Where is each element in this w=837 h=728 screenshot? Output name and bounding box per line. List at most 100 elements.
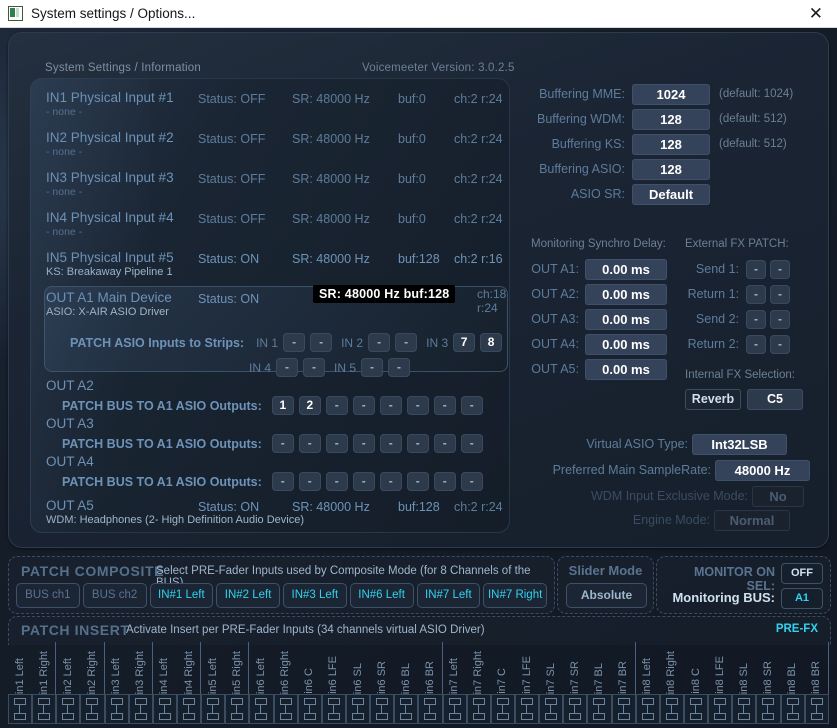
out-bus-patch-button[interactable]: -	[406, 434, 429, 453]
asio-patch-button[interactable]: -	[368, 333, 391, 352]
out-bus-patch-button[interactable]: -	[433, 434, 456, 453]
asio-patch-button[interactable]: -	[283, 333, 306, 352]
out-bus-patch-button[interactable]: -	[379, 396, 402, 415]
delay-value[interactable]: 0.00 ms	[585, 359, 667, 380]
internal-fx-reverb-button[interactable]: Reverb	[685, 389, 741, 410]
insert-toggle-button[interactable]	[418, 694, 443, 724]
out-bus-patch-button[interactable]: -	[271, 434, 294, 453]
out-bus-patch-button[interactable]: -	[352, 472, 375, 491]
buffering-value[interactable]: 128	[632, 134, 710, 155]
asio-patch-button[interactable]: -	[361, 358, 384, 377]
insert-toggle-button[interactable]	[563, 694, 588, 724]
asio-patch-button[interactable]: -	[310, 333, 333, 352]
insert-toggle-button[interactable]	[225, 694, 250, 724]
insert-toggle-button[interactable]	[514, 694, 540, 724]
insert-toggle-button[interactable]	[345, 694, 371, 724]
delay-value[interactable]: 0.00 ms	[585, 334, 667, 355]
out-bus-patch-button[interactable]: -	[271, 472, 294, 491]
composite-button[interactable]: BUS ch1	[16, 583, 80, 608]
out-bus-patch-button[interactable]: -	[460, 472, 483, 491]
out-bus-patch-button[interactable]: -	[460, 434, 483, 453]
insert-toggle-button[interactable]	[442, 694, 467, 724]
setting-value[interactable]: Int32LSB	[692, 434, 787, 455]
insert-toggle-button[interactable]	[466, 694, 491, 724]
fx-patch-button[interactable]: -	[770, 285, 790, 304]
asio-patch-button[interactable]: -	[303, 358, 326, 377]
device-row[interactable]: IN1 Physical Input #1- none -	[46, 90, 506, 118]
insert-toggle-button[interactable]	[732, 694, 757, 724]
out-bus-patch-button[interactable]: -	[460, 396, 483, 415]
insert-toggle-button[interactable]	[683, 694, 709, 724]
fx-patch-button[interactable]: -	[746, 260, 766, 279]
out-bus-patch-button[interactable]: -	[325, 434, 348, 453]
insert-toggle-button[interactable]	[56, 694, 81, 724]
composite-button[interactable]: BUS ch2	[82, 583, 147, 608]
out-bus-patch-button[interactable]: -	[298, 434, 321, 453]
asio-patch-button[interactable]: 8	[480, 333, 503, 352]
device-row[interactable]: IN3 Physical Input #3- none -	[46, 170, 506, 198]
insert-toggle-button[interactable]	[756, 694, 781, 724]
insert-toggle-button[interactable]	[201, 694, 226, 724]
fx-patch-button[interactable]: -	[746, 285, 766, 304]
insert-toggle-button[interactable]	[249, 694, 274, 724]
out-bus-patch-button[interactable]: -	[406, 396, 429, 415]
composite-button[interactable]: IN#7 Right	[483, 583, 547, 608]
fx-patch-button[interactable]: -	[746, 310, 766, 329]
insert-toggle-button[interactable]	[128, 694, 153, 724]
out-bus-patch-button[interactable]: 2	[298, 396, 321, 415]
fx-patch-button[interactable]: -	[770, 310, 790, 329]
fx-patch-button[interactable]: -	[770, 260, 790, 279]
pre-fx-label[interactable]: PRE-FX	[776, 623, 818, 635]
insert-toggle-button[interactable]	[635, 694, 660, 724]
insert-toggle-button[interactable]	[370, 694, 395, 724]
insert-toggle-button[interactable]	[708, 694, 733, 724]
composite-button[interactable]: IN#1 Left	[149, 583, 214, 608]
insert-toggle-button[interactable]	[394, 694, 419, 724]
slider-mode-button[interactable]: Absolute	[566, 583, 647, 608]
out-bus-patch-button[interactable]: -	[433, 396, 456, 415]
out-bus-patch-button[interactable]: -	[325, 472, 348, 491]
close-icon[interactable]: ✕	[809, 2, 823, 25]
insert-toggle-button[interactable]	[152, 694, 177, 724]
out-bus-patch-button[interactable]: -	[379, 434, 402, 453]
composite-button[interactable]: IN#6 Left	[349, 583, 414, 608]
out-bus-patch-button[interactable]: -	[352, 396, 375, 415]
buffering-value[interactable]: Default	[632, 184, 710, 205]
out-bus-patch-button[interactable]: -	[352, 434, 375, 453]
insert-toggle-button[interactable]	[490, 694, 515, 724]
insert-toggle-button[interactable]	[297, 694, 322, 724]
insert-toggle-button[interactable]	[32, 694, 57, 724]
asio-patch-button[interactable]: 7	[453, 333, 476, 352]
asio-patch-button[interactable]: -	[388, 358, 411, 377]
delay-value[interactable]: 0.00 ms	[585, 259, 667, 280]
insert-toggle-button[interactable]	[659, 694, 684, 724]
insert-toggle-button[interactable]	[587, 694, 612, 724]
buffering-value[interactable]: 128	[632, 109, 710, 130]
out-bus-patch-button[interactable]: -	[379, 472, 402, 491]
insert-toggle-button[interactable]	[539, 694, 564, 724]
insert-toggle-button[interactable]	[321, 694, 346, 724]
delay-value[interactable]: 0.00 ms	[585, 309, 667, 330]
asio-patch-button[interactable]: -	[276, 358, 299, 377]
device-row[interactable]: IN2 Physical Input #2- none -	[46, 130, 506, 158]
buffering-value[interactable]: 1024	[632, 84, 710, 105]
insert-toggle-button[interactable]	[176, 694, 202, 724]
out-bus-patch-button[interactable]: -	[433, 472, 456, 491]
insert-toggle-button[interactable]	[8, 694, 33, 724]
insert-toggle-button[interactable]	[104, 694, 129, 724]
delay-value[interactable]: 0.00 ms	[585, 284, 667, 305]
setting-value[interactable]: 48000 Hz	[715, 460, 810, 481]
composite-button[interactable]: IN#7 Left	[416, 583, 481, 608]
fx-patch-button[interactable]: -	[746, 335, 766, 354]
out-bus-patch-button[interactable]: -	[298, 472, 321, 491]
insert-toggle-button[interactable]	[273, 694, 298, 724]
device-row[interactable]: IN4 Physical Input #4- none -	[46, 210, 506, 238]
out-bus-patch-button[interactable]: 1	[271, 396, 294, 415]
insert-toggle-button[interactable]	[611, 694, 636, 724]
monitoring-bus-button[interactable]: A1	[781, 588, 823, 609]
out-bus-patch-button[interactable]: -	[406, 472, 429, 491]
monitor-on-sel-button[interactable]: OFF	[781, 563, 823, 584]
asio-patch-button[interactable]: -	[395, 333, 418, 352]
composite-button[interactable]: IN#3 Left	[283, 583, 347, 608]
insert-toggle-button[interactable]	[780, 694, 805, 724]
